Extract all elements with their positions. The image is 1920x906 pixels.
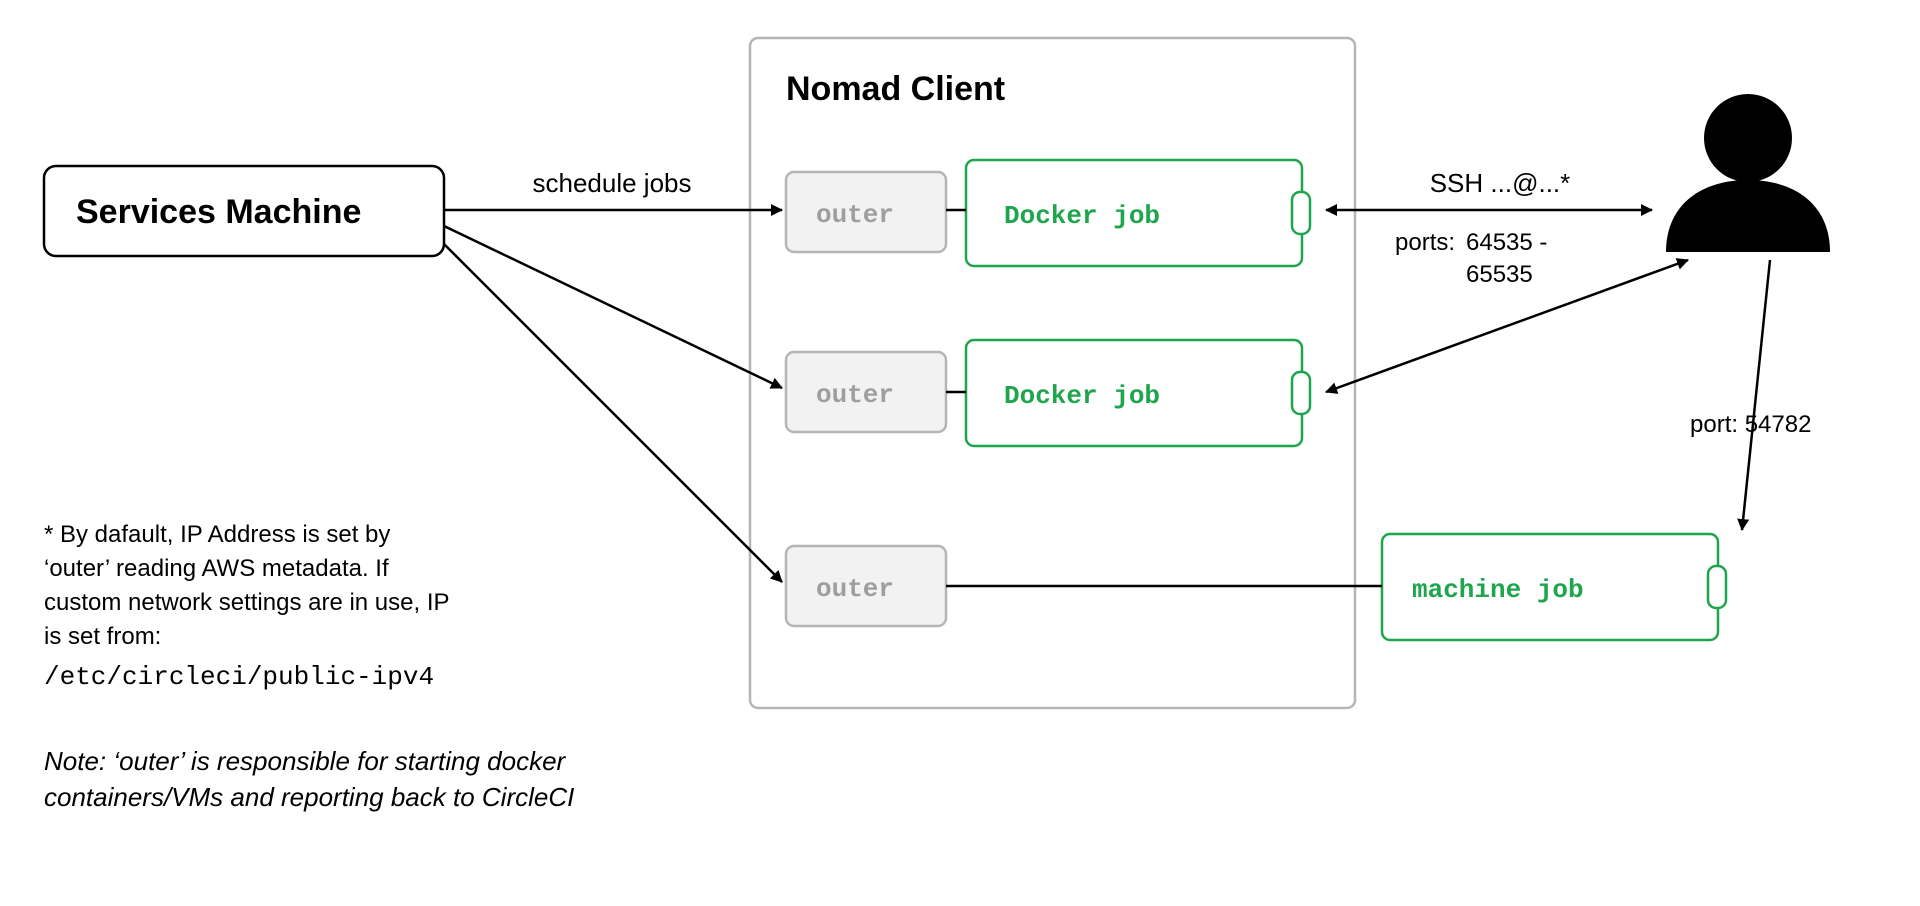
machine-job-label: machine job bbox=[1412, 575, 1584, 605]
outer-label-1: outer bbox=[816, 200, 894, 230]
arrow-services-row3 bbox=[444, 244, 782, 582]
ssh-label: SSH ...@...* bbox=[1430, 168, 1571, 198]
docker-job-label-1: Docker job bbox=[1004, 201, 1160, 231]
footnote-line-5: /etc/circleci/public-ipv4 bbox=[44, 662, 434, 692]
services-machine-label: Services Machine bbox=[76, 193, 361, 231]
footnote-line-2: ‘outer’ reading AWS metadata. If bbox=[44, 555, 389, 582]
ports-label: ports: bbox=[1395, 229, 1455, 256]
docker-job-port-1 bbox=[1292, 192, 1310, 234]
note-line-2: containers/VMs and reporting back to Cir… bbox=[44, 782, 574, 812]
footnote-line-4: is set from: bbox=[44, 623, 161, 650]
user-icon bbox=[1666, 94, 1830, 252]
ports-value-1: 64535 - bbox=[1466, 229, 1547, 256]
nomad-client-label: Nomad Client bbox=[786, 70, 1005, 108]
schedule-jobs-label: schedule jobs bbox=[533, 168, 692, 198]
outer-label-3: outer bbox=[816, 574, 894, 604]
arrow-services-row2 bbox=[444, 226, 782, 388]
footnote-line-1: * By dafault, IP Address is set by bbox=[44, 521, 390, 548]
note-line-1: Note: ‘outer’ is responsible for startin… bbox=[44, 746, 567, 776]
docker-job-label-2: Docker job bbox=[1004, 381, 1160, 411]
outer-label-2: outer bbox=[816, 380, 894, 410]
arrow-user-machine bbox=[1742, 260, 1770, 530]
footnote-line-3: custom network settings are in use, IP bbox=[44, 589, 450, 616]
machine-job-port bbox=[1708, 566, 1726, 608]
docker-job-port-2 bbox=[1292, 372, 1310, 414]
ports-value-2: 65535 bbox=[1466, 261, 1533, 288]
